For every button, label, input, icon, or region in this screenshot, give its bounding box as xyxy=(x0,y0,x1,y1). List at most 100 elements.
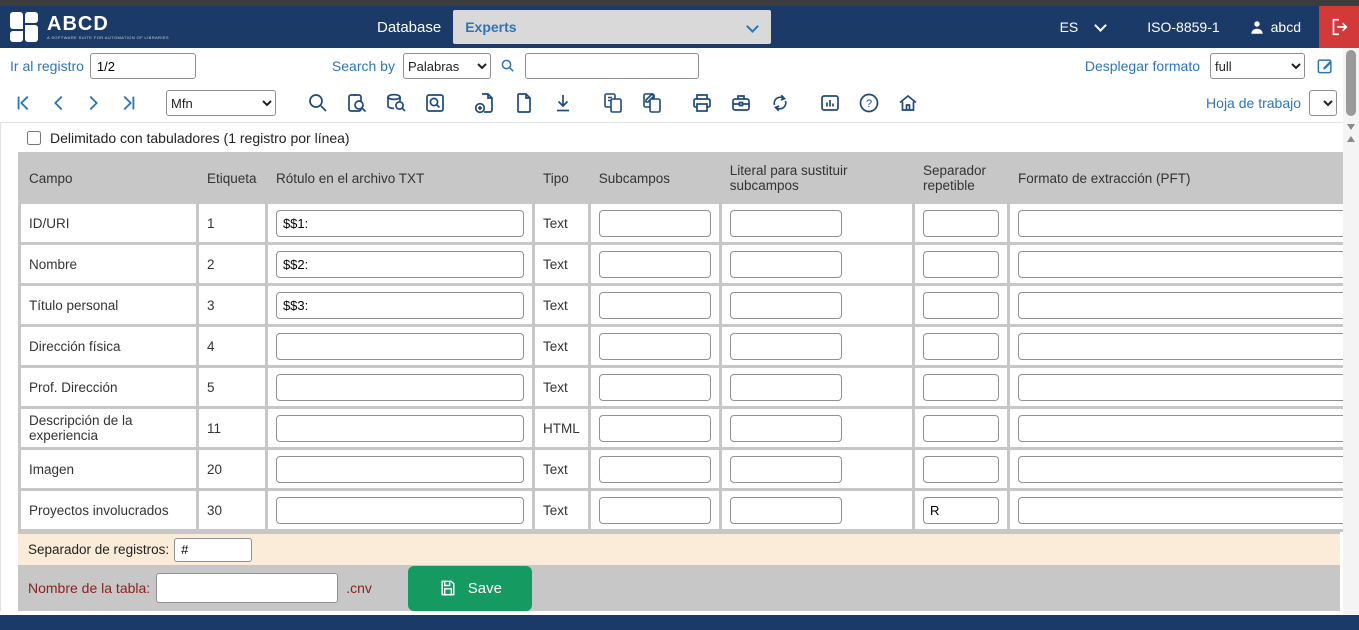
print-button[interactable] xyxy=(688,89,716,117)
literal-input[interactable] xyxy=(729,250,842,278)
worksheet-label: Hoja de trabajo xyxy=(1206,95,1301,111)
search-icon[interactable] xyxy=(499,57,517,75)
utilities-button[interactable] xyxy=(727,89,755,117)
previous-record-button[interactable] xyxy=(46,90,72,116)
etiqueta-cell: 4 xyxy=(199,327,265,365)
rotulo-input[interactable] xyxy=(275,209,524,237)
save-button[interactable]: Save xyxy=(407,565,532,611)
edit-documents-button[interactable] xyxy=(638,89,666,117)
tab-delimited-checkbox[interactable] xyxy=(27,131,41,145)
campo-cell: Prof. Dirección xyxy=(21,368,197,406)
scrollbar-thumb[interactable] xyxy=(1346,50,1356,116)
formato-input[interactable] xyxy=(1017,373,1348,401)
export-table-panel: Delimitado con tabuladores (1 registro p… xyxy=(0,123,1359,611)
clipboard-search-button[interactable] xyxy=(343,89,371,117)
goto-record-input[interactable] xyxy=(89,53,196,79)
subcampos-input[interactable] xyxy=(598,209,711,237)
separador-input[interactable] xyxy=(922,291,999,319)
subcampos-input[interactable] xyxy=(598,373,711,401)
literal-input[interactable] xyxy=(729,496,842,524)
formato-input[interactable] xyxy=(1017,209,1348,237)
campo-cell: ID/URI xyxy=(21,204,197,242)
formato-input[interactable] xyxy=(1017,332,1348,360)
save-label: Save xyxy=(467,579,502,597)
table-name-input[interactable] xyxy=(156,573,339,603)
home-button[interactable] xyxy=(894,89,922,117)
subcampos-input[interactable] xyxy=(598,455,711,483)
abcd-logo: ABCD A SOFTWARE SUITE FOR AUTOMATION OF … xyxy=(10,12,169,42)
encoding-label: ISO-8859-1 xyxy=(1147,19,1220,35)
rotulo-input[interactable] xyxy=(275,250,524,278)
blank-document-button[interactable] xyxy=(510,89,538,117)
subcampos-input[interactable] xyxy=(598,291,711,319)
separador-input[interactable] xyxy=(922,455,999,483)
scroll-down-arrow-icon[interactable] xyxy=(1347,124,1355,130)
table-row: Nombre 2 Text xyxy=(21,245,1356,283)
dictionary-search-button[interactable] xyxy=(421,89,449,117)
literal-input[interactable] xyxy=(729,291,842,319)
subcampos-input[interactable] xyxy=(598,496,711,524)
rotulo-input[interactable] xyxy=(275,455,524,483)
subcampos-input[interactable] xyxy=(598,250,711,278)
record-separator-input[interactable] xyxy=(174,537,253,562)
formato-input[interactable] xyxy=(1017,496,1348,524)
literal-input[interactable] xyxy=(729,414,842,442)
language-select[interactable]: ES xyxy=(1060,18,1108,35)
tab-delimited-label: Delimitado con tabuladores (1 registro p… xyxy=(50,130,350,146)
search-input[interactable] xyxy=(524,53,699,79)
record-separator-row: Separador de registros: xyxy=(18,532,1340,565)
next-record-button[interactable] xyxy=(80,90,106,116)
formato-input[interactable] xyxy=(1017,455,1348,483)
last-record-button[interactable] xyxy=(114,90,140,116)
search-button[interactable] xyxy=(304,89,332,117)
svg-text:?: ? xyxy=(866,98,872,110)
abcd-logo-icon xyxy=(10,12,40,42)
rotulo-input[interactable] xyxy=(275,332,524,360)
table-row: Dirección física 4 Text xyxy=(21,327,1356,365)
logout-button[interactable] xyxy=(1319,6,1359,48)
worksheet-select[interactable] xyxy=(1309,90,1337,116)
literal-input[interactable] xyxy=(729,455,842,483)
database-search-button[interactable] xyxy=(382,89,410,117)
header-separador: Separador repetible xyxy=(914,155,1007,201)
sort-order-select[interactable]: Mfn xyxy=(166,90,276,116)
display-format-select[interactable]: full xyxy=(1210,53,1305,79)
download-button[interactable] xyxy=(549,89,577,117)
copy-documents-button[interactable] xyxy=(599,89,627,117)
separador-input[interactable] xyxy=(922,373,999,401)
literal-input[interactable] xyxy=(729,209,842,237)
first-record-button[interactable] xyxy=(12,90,38,116)
separador-input[interactable] xyxy=(922,250,999,278)
separador-input[interactable] xyxy=(922,414,999,442)
database-select[interactable]: Experts xyxy=(453,10,772,44)
separador-input[interactable] xyxy=(922,496,999,524)
table-row: Proyectos involucrados 30 Text xyxy=(21,491,1356,529)
new-record-button[interactable] xyxy=(471,89,499,117)
user-menu[interactable]: abcd xyxy=(1248,18,1301,36)
help-button[interactable]: ? xyxy=(855,89,883,117)
rotulo-input[interactable] xyxy=(275,373,524,401)
edit-format-icon[interactable] xyxy=(1315,56,1335,76)
separador-input[interactable] xyxy=(922,332,999,360)
separador-input[interactable] xyxy=(922,209,999,237)
field-mapping-table: Campo Etiqueta Rótulo en el archivo TXT … xyxy=(18,152,1359,532)
scroll-up-arrow-icon[interactable] xyxy=(1347,136,1355,142)
etiqueta-cell: 30 xyxy=(199,491,265,529)
rotulo-input[interactable] xyxy=(275,414,524,442)
literal-input[interactable] xyxy=(729,332,842,360)
rotulo-input[interactable] xyxy=(275,496,524,524)
campo-cell: Dirección física xyxy=(21,327,197,365)
vertical-scrollbar[interactable] xyxy=(1343,48,1359,615)
rotulo-input[interactable] xyxy=(275,291,524,319)
subcampos-input[interactable] xyxy=(598,414,711,442)
table-header-row: Campo Etiqueta Rótulo en el archivo TXT … xyxy=(21,155,1356,201)
formato-input[interactable] xyxy=(1017,414,1348,442)
refresh-button[interactable] xyxy=(766,89,794,117)
formato-input[interactable] xyxy=(1017,250,1348,278)
subcampos-input[interactable] xyxy=(598,332,711,360)
table-row: Título personal 3 Text xyxy=(21,286,1356,324)
search-by-select[interactable]: Palabras xyxy=(402,53,491,79)
literal-input[interactable] xyxy=(729,373,842,401)
statistics-button[interactable] xyxy=(816,89,844,117)
formato-input[interactable] xyxy=(1017,291,1348,319)
